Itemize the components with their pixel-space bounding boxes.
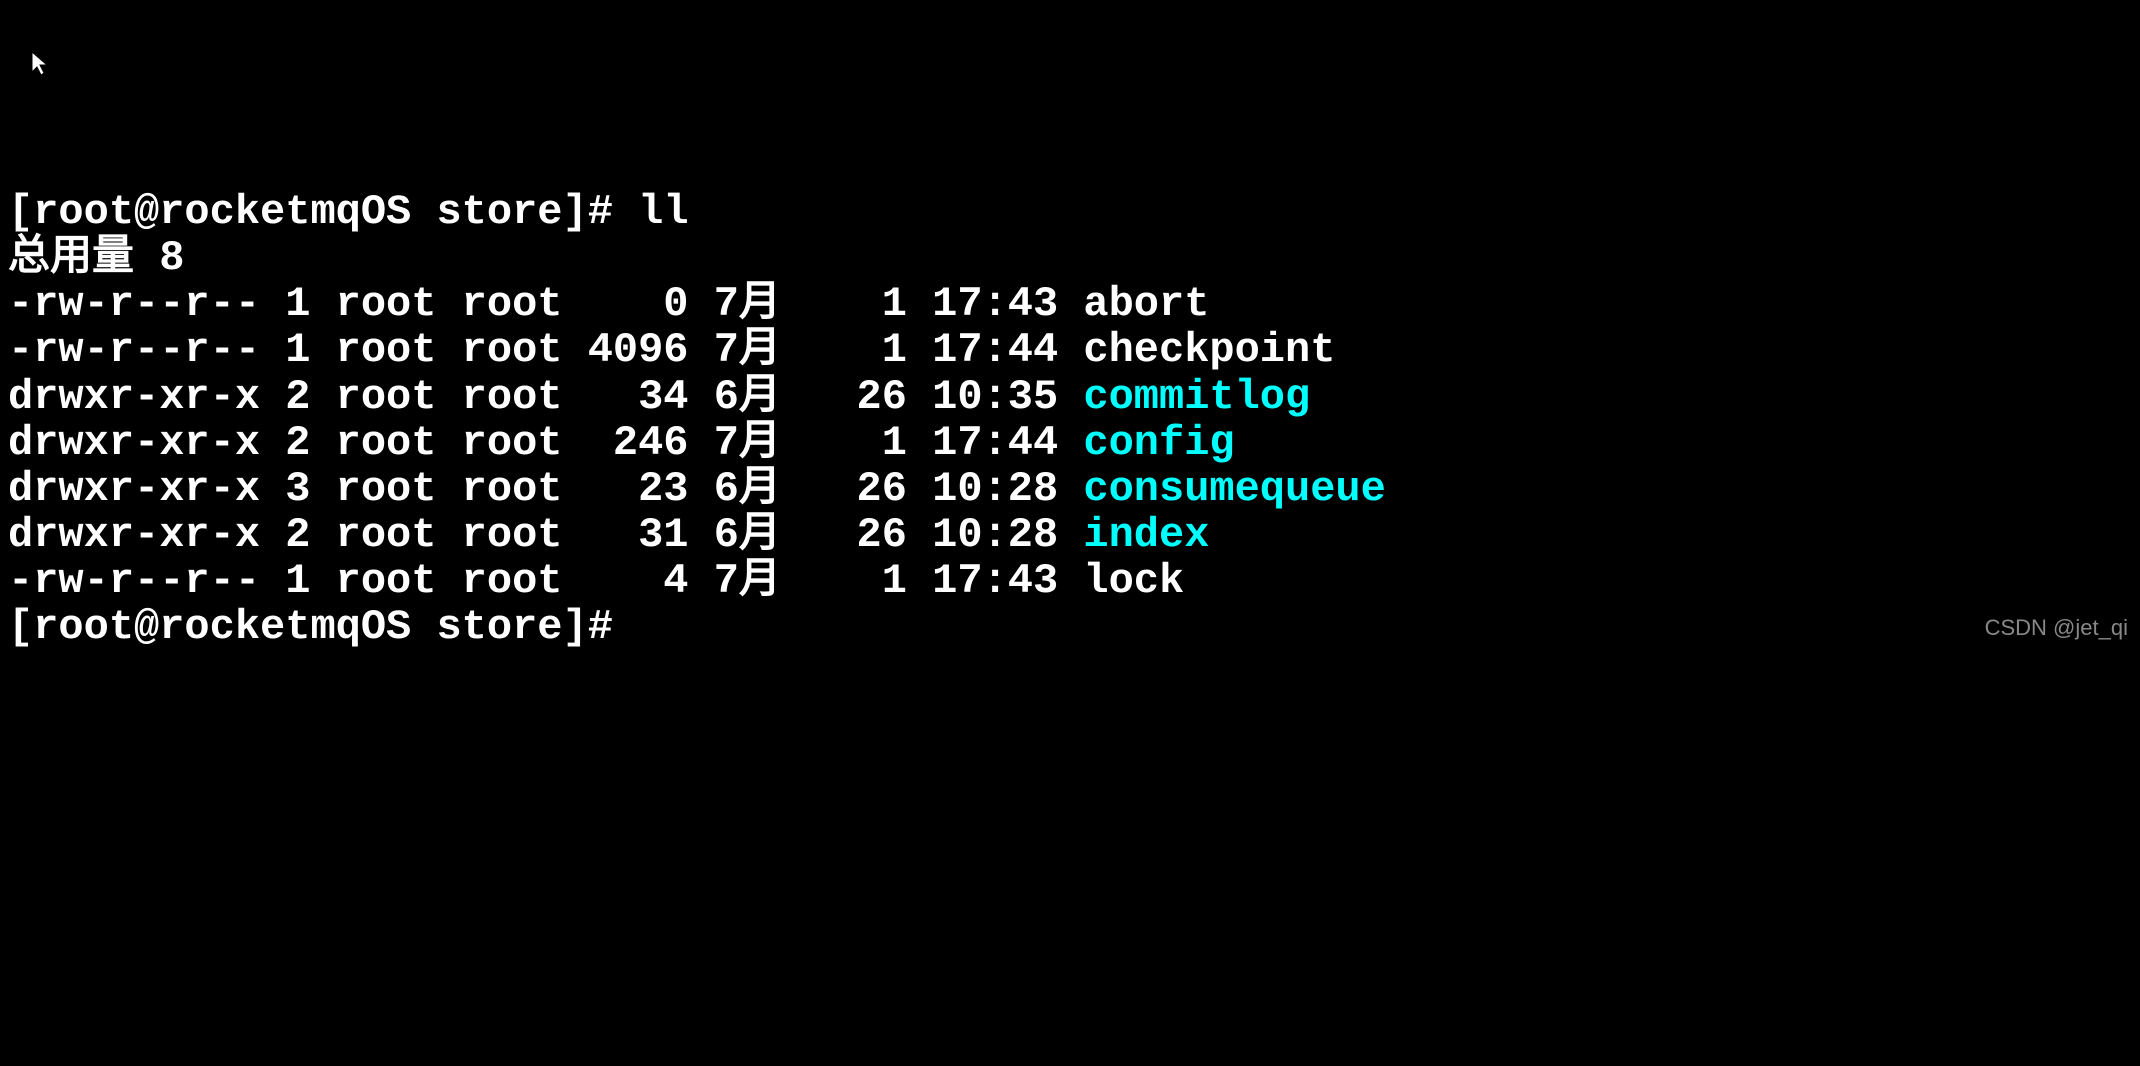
directory-name: index (1083, 511, 1209, 559)
file-listing-row: -rw-r--r-- 1 root root 4 7月 1 17:43 lock (8, 558, 2132, 604)
file-name: abort (1083, 280, 1209, 328)
shell-prompt: [root@rocketmqOS store]# (8, 188, 638, 236)
file-listing-row: drwxr-xr-x 2 root root 34 6月 26 10:35 co… (8, 374, 2132, 420)
directory-name: config (1083, 419, 1234, 467)
total-line: 总用量 8 (8, 235, 2132, 281)
directory-name: commitlog (1083, 373, 1310, 421)
file-name: checkpoint (1083, 326, 1335, 374)
watermark-text: CSDN @jet_qi (1985, 616, 2128, 640)
file-listing-row: -rw-r--r-- 1 root root 0 7月 1 17:43 abor… (8, 281, 2132, 327)
file-listing-row: drwxr-xr-x 2 root root 31 6月 26 10:28 in… (8, 512, 2132, 558)
prompt-line-2: [root@rocketmqOS store]# (8, 604, 2132, 650)
file-metadata: drwxr-xr-x 2 root root 31 6月 26 10:28 (8, 511, 1083, 559)
command-text: ll (638, 188, 688, 236)
prompt-line-1: [root@rocketmqOS store]# ll (8, 189, 2132, 235)
file-metadata: -rw-r--r-- 1 root root 4096 7月 1 17:44 (8, 326, 1083, 374)
directory-name: consumequeue (1083, 465, 1385, 513)
file-listing-row: -rw-r--r-- 1 root root 4096 7月 1 17:44 c… (8, 327, 2132, 373)
file-metadata: drwxr-xr-x 3 root root 23 6月 26 10:28 (8, 465, 1083, 513)
mouse-cursor-icon (30, 50, 50, 78)
file-listing-row: drwxr-xr-x 2 root root 246 7月 1 17:44 co… (8, 420, 2132, 466)
file-name: lock (1083, 557, 1184, 605)
file-metadata: -rw-r--r-- 1 root root 0 7月 1 17:43 (8, 280, 1083, 328)
file-metadata: -rw-r--r-- 1 root root 4 7月 1 17:43 (8, 557, 1083, 605)
file-metadata: drwxr-xr-x 2 root root 34 6月 26 10:35 (8, 373, 1083, 421)
terminal-output[interactable]: [root@rocketmqOS store]# ll总用量 8-rw-r--r… (8, 189, 2132, 651)
file-listing-row: drwxr-xr-x 3 root root 23 6月 26 10:28 co… (8, 466, 2132, 512)
file-metadata: drwxr-xr-x 2 root root 246 7月 1 17:44 (8, 419, 1083, 467)
